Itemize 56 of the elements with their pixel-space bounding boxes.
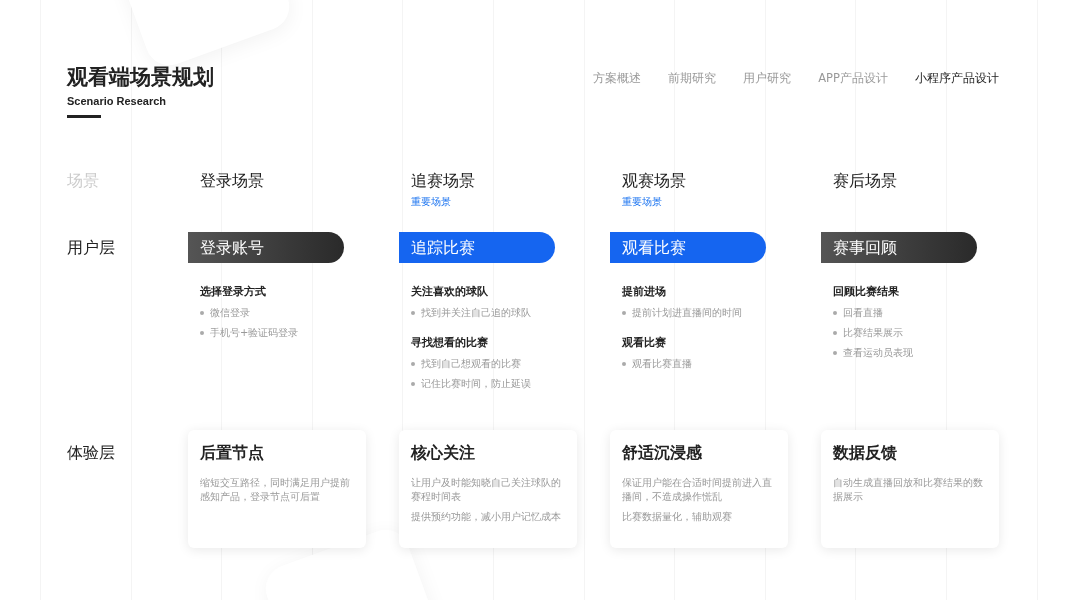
bullet-icon (833, 330, 837, 335)
nav-link[interactable]: 前期研究 (668, 70, 717, 88)
card-title: 后置节点 (200, 441, 265, 464)
task-point: 找到自己想观看的比赛 (421, 357, 521, 371)
bullet-icon (622, 310, 626, 315)
task-point: 手机号+验证码登录 (210, 326, 299, 340)
task-heading: 回顾比赛结果 (833, 283, 900, 300)
bullet-icon (200, 330, 204, 335)
card-note: 自动生成直播回放和比赛结果的数据展示 (833, 475, 984, 504)
bullet-icon (411, 361, 415, 366)
task-heading: 观看比赛 (622, 334, 667, 351)
bullet-icon (411, 381, 415, 386)
scene-title: 赛后场景 (833, 169, 898, 192)
nav-link[interactable]: 方案概述 (593, 70, 642, 88)
card-title: 舒适沉浸感 (622, 441, 703, 464)
title-underline (67, 114, 101, 118)
scene-goal-pill: 追踪比赛 (399, 231, 555, 263)
bullet-icon (200, 310, 204, 315)
scene-goal-pill: 观看比赛 (610, 231, 766, 263)
card-note: 让用户及时能知晓自己关注球队的赛程时间表 (411, 475, 562, 504)
card-title: 数据反馈 (833, 441, 898, 464)
bullet-icon (833, 310, 837, 315)
nav-link[interactable]: 用户研究 (743, 70, 792, 88)
bullet-icon (622, 361, 626, 366)
row-label: 用户层 (67, 236, 115, 259)
scene-goal-pill: 登录账号 (188, 231, 344, 263)
nav-link[interactable]: 小程序产品设计 (915, 70, 999, 88)
page-subtitle: Scenario Research (67, 94, 168, 109)
task-heading: 选择登录方式 (200, 283, 267, 300)
card-title: 核心关注 (411, 441, 476, 464)
task-heading: 寻找想看的比赛 (411, 334, 489, 351)
card-note: 比赛数据量化，辅助观赛 (622, 509, 733, 524)
task-point: 查看运动员表现 (843, 346, 913, 360)
scene-title: 观赛场景 (622, 169, 687, 192)
card-note: 缩短交互路径，同时满足用户提前感知产品，登录节点可后置 (200, 475, 351, 504)
scene-goal-pill: 赛事回顾 (821, 231, 977, 263)
task-point: 比赛结果展示 (843, 326, 903, 340)
scene-tag: 重要场景 (411, 195, 610, 208)
bullet-icon (411, 310, 415, 315)
nav-link[interactable]: APP产品设计 (818, 70, 888, 88)
task-heading: 关注喜欢的球队 (411, 283, 489, 300)
card-note: 保证用户能在合适时间提前进入直播间，不造成操作慌乱 (622, 475, 773, 504)
task-point: 回看直播 (843, 306, 883, 320)
task-point: 观看比赛直播 (632, 357, 692, 371)
scene-title: 追赛场景 (411, 169, 476, 192)
scene-title: 登录场景 (200, 169, 265, 192)
row-label: 体验层 (67, 441, 116, 464)
task-heading: 提前进场 (622, 283, 667, 300)
page-title: 观看端场景规划 (67, 64, 214, 91)
task-point: 找到并关注自己追的球队 (421, 306, 531, 320)
card-note: 提供预约功能，减小用户记忆成本 (411, 509, 562, 524)
bullet-icon (833, 350, 837, 355)
task-point: 提前计划进直播间的时间 (632, 306, 742, 320)
task-point: 记住比赛时间，防止延误 (421, 377, 531, 391)
scene-tag: 重要场景 (622, 195, 821, 208)
task-point: 微信登录 (210, 306, 250, 320)
